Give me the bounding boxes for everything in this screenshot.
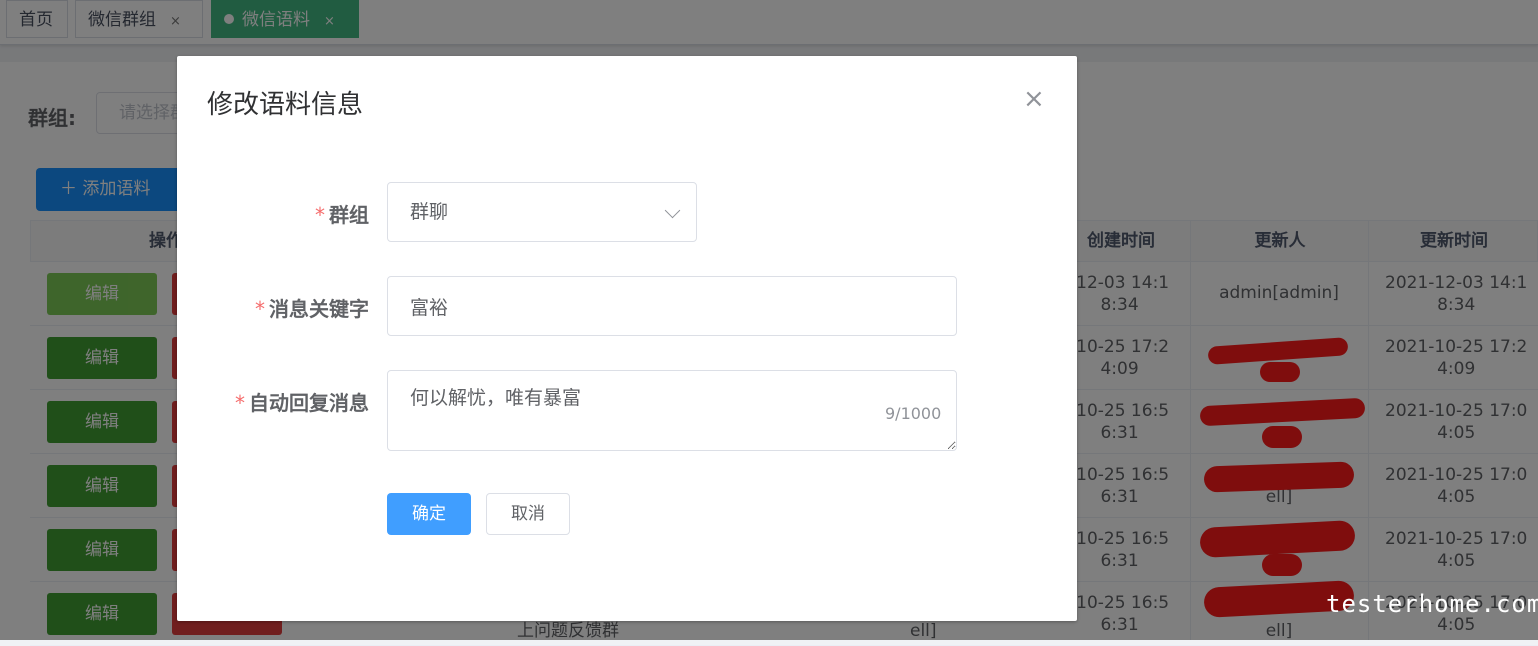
- reply-field-label: * 自动回复消息: [235, 391, 369, 415]
- required-mark: *: [235, 391, 245, 415]
- group-field-label: * 群组: [315, 203, 369, 227]
- keyword-field-label: * 消息关键字: [255, 297, 369, 321]
- chevron-down-icon: [664, 202, 681, 219]
- edit-corpus-dialog: 修改语料信息 × *群组 群聊 *消息关键字 *自动回复消息 何以解忧，唯有暴富…: [177, 56, 1077, 621]
- close-icon[interactable]: ×: [1023, 86, 1045, 112]
- keyword-input[interactable]: [387, 276, 957, 336]
- required-mark: *: [255, 297, 265, 321]
- char-counter: 9/1000: [885, 404, 942, 423]
- group-select[interactable]: 群聊: [387, 182, 697, 242]
- confirm-button[interactable]: 确定: [387, 493, 471, 535]
- reply-textarea[interactable]: 何以解忧，唯有暴富: [387, 370, 957, 451]
- watermark: testerhome.com: [1326, 590, 1538, 618]
- cancel-button[interactable]: 取消: [486, 493, 570, 535]
- group-select-value: 群聊: [410, 201, 449, 223]
- required-mark: *: [315, 203, 325, 227]
- dialog-title: 修改语料信息: [207, 90, 364, 120]
